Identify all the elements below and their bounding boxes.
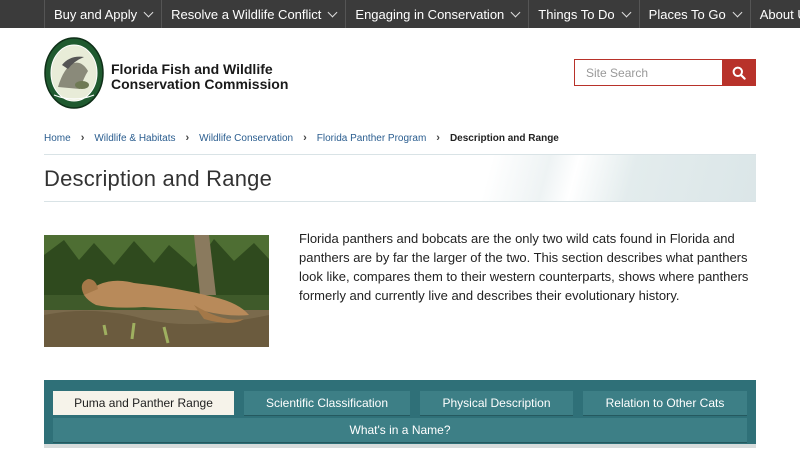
breadcrumb-separator-icon: › (185, 132, 190, 144)
intro-paragraph: Florida panthers and bobcats are the onl… (299, 231, 749, 303)
panther-photo (44, 235, 269, 347)
tab-label: What's in a Name? (349, 423, 451, 437)
tab-puma-panther-range[interactable]: Puma and Panther Range (53, 391, 234, 415)
chevron-down-icon (732, 7, 743, 17)
breadcrumb-separator-icon: › (80, 132, 85, 144)
top-nav-bar: Buy and Apply Resolve a Wildlife Conflic… (44, 0, 800, 28)
breadcrumb-separator-icon: › (436, 132, 440, 144)
breadcrumb-separator-icon: › (303, 132, 307, 144)
chevron-down-icon (143, 7, 154, 17)
tab-physical-description[interactable]: Physical Description (420, 391, 573, 416)
nav-item-engaging-conservation[interactable]: Engaging in Conservation (346, 0, 530, 28)
breadcrumb-current: Description and Range (449, 132, 559, 144)
nav-item-places-to-go[interactable]: Places To Go (640, 0, 751, 28)
nav-item-label: Engaging in Conservation (355, 6, 505, 22)
site-search (574, 59, 756, 86)
page-title-band: Description and Range (44, 154, 756, 202)
agency-name-line1: Florida Fish and Wildlife (111, 61, 273, 77)
nav-item-label: Resolve a Wildlife Conflict (171, 6, 322, 22)
fwc-seal-icon (44, 37, 104, 109)
nav-item-things-to-do[interactable]: Things To Do (529, 0, 640, 28)
tab-relation-other-cats[interactable]: Relation to Other Cats (583, 391, 747, 416)
nav-item-label: Places To Go (648, 6, 726, 22)
nav-item-label: Buy and Apply (54, 6, 138, 22)
tab-whats-in-a-name[interactable]: What's in a Name? (53, 418, 747, 443)
content-tabs: Puma and Panther Range Scientific Classi… (44, 380, 756, 448)
breadcrumb-wildlife-habitats[interactable]: Wildlife & Habitats (94, 133, 175, 144)
chevron-down-icon (621, 7, 632, 17)
page-title: Description and Range (44, 166, 273, 191)
tab-label: Puma and Panther Range (74, 396, 213, 410)
breadcrumb: Home › Wildlife & Habitats › Wildlife Co… (44, 132, 559, 144)
breadcrumb-wildlife-conservation[interactable]: Wildlife Conservation (199, 133, 293, 144)
agency-name[interactable]: Florida Fish and Wildlife Conservation C… (111, 62, 288, 92)
chevron-down-icon (510, 7, 521, 17)
tab-label: Physical Description (442, 396, 551, 410)
panther-image (44, 235, 269, 347)
tab-scientific-classification[interactable]: Scientific Classification (244, 391, 410, 416)
nav-item-about-us[interactable]: About Us (751, 0, 800, 28)
fwc-logo[interactable] (44, 37, 104, 109)
tab-label: Scientific Classification (265, 396, 389, 410)
nav-item-resolve-conflict[interactable]: Resolve a Wildlife Conflict (162, 0, 347, 28)
tab-label: Relation to Other Cats (605, 396, 725, 410)
top-navigation: Buy and Apply Resolve a Wildlife Conflic… (0, 0, 800, 28)
nav-item-buy-and-apply[interactable]: Buy and Apply (45, 0, 163, 28)
chevron-down-icon (327, 7, 338, 17)
agency-name-line2: Conservation Commission (111, 76, 289, 92)
nav-item-label: Things To Do (538, 6, 615, 22)
nav-item-label: About Us (759, 6, 800, 22)
breadcrumb-home[interactable]: Home (44, 133, 71, 144)
search-button[interactable] (722, 59, 756, 86)
breadcrumb-panther-program[interactable]: Florida Panther Program (317, 133, 427, 144)
search-icon (732, 66, 746, 80)
search-input[interactable] (574, 59, 722, 86)
